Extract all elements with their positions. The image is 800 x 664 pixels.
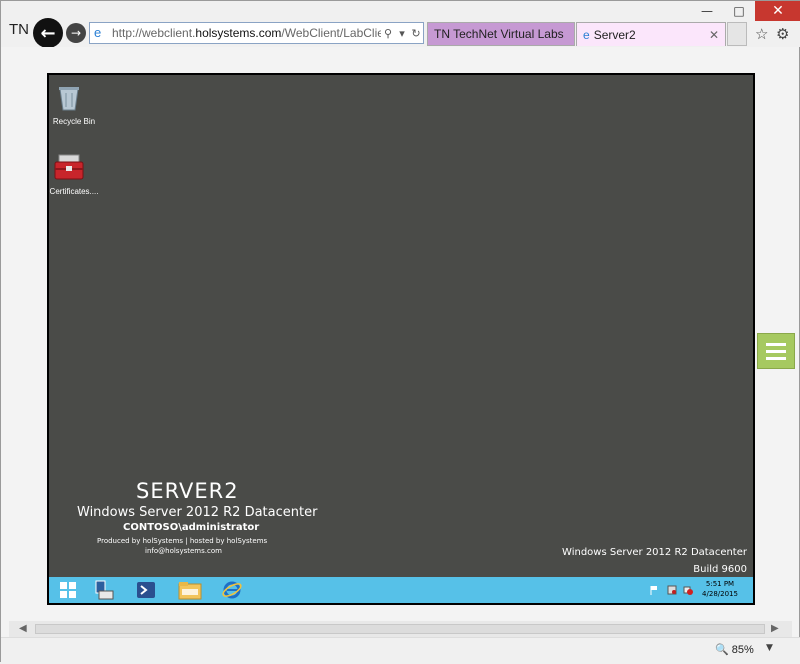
dropdown-arrow-icon[interactable]: ▾ bbox=[395, 27, 409, 40]
flag-icon[interactable] bbox=[649, 585, 659, 595]
recycle-bin-label: Recycle Bin bbox=[52, 117, 96, 126]
build-watermark: Build 9600 bbox=[693, 564, 747, 575]
zoom-dropdown-icon[interactable]: ▼ bbox=[766, 643, 773, 653]
settings-gear-icon[interactable]: ⚙ bbox=[776, 25, 789, 43]
logged-in-user: CONTOSO\administrator bbox=[123, 522, 260, 533]
file-explorer-icon bbox=[178, 582, 202, 600]
menu-line bbox=[766, 356, 786, 360]
ie-tab-icon: e bbox=[583, 27, 590, 42]
windows-logo-icon bbox=[60, 582, 76, 598]
powershell-icon bbox=[137, 582, 155, 598]
network-disconnected-icon[interactable] bbox=[683, 585, 693, 595]
internet-explorer-icon bbox=[222, 581, 242, 599]
horizontal-scrollbar[interactable]: ◀ ▶ bbox=[9, 621, 792, 637]
back-button[interactable]: ← bbox=[33, 18, 63, 48]
taskbar-powershell[interactable] bbox=[133, 578, 159, 602]
address-url[interactable]: http://webclient.holsystems.com/WebClien… bbox=[112, 26, 381, 40]
tab-label: TN TechNet Virtual Labs bbox=[434, 27, 564, 41]
start-button[interactable] bbox=[55, 578, 81, 602]
os-name: Windows Server 2012 R2 Datacenter bbox=[77, 505, 318, 520]
lab-menu-button[interactable] bbox=[757, 333, 795, 369]
search-icon[interactable]: ⚲ bbox=[381, 27, 395, 40]
server-tray-icon[interactable] bbox=[667, 585, 677, 595]
certificates-toolbox-icon bbox=[54, 154, 84, 180]
tab-server2[interactable]: e Server2 ✕ bbox=[576, 22, 726, 46]
browser-window: — □ ✕ TN ← → e http://webclient.holsyste… bbox=[0, 0, 800, 664]
desktop-icon-recycle-bin[interactable]: Recycle Bin bbox=[44, 79, 104, 129]
minimize-button[interactable]: — bbox=[691, 1, 723, 21]
desktop-icon-certificates[interactable]: Certificates.... bbox=[44, 149, 104, 199]
recycle-bin-icon bbox=[59, 87, 79, 111]
close-window-button[interactable]: ✕ bbox=[755, 1, 800, 21]
clock-time: 5:51 PM bbox=[705, 580, 735, 588]
tab-technet-virtual-labs[interactable]: TN TechNet Virtual Labs bbox=[427, 22, 575, 46]
taskbar-server-manager[interactable] bbox=[91, 578, 117, 602]
maximize-button[interactable]: □ bbox=[723, 1, 755, 21]
new-tab-button[interactable] bbox=[727, 22, 747, 46]
address-bar[interactable]: e http://webclient.holsystems.com/WebCli… bbox=[89, 22, 424, 44]
menu-line bbox=[766, 349, 786, 353]
scroll-thumb[interactable] bbox=[35, 624, 765, 634]
favorites-star-icon[interactable]: ☆ bbox=[755, 25, 768, 43]
forward-button[interactable]: → bbox=[66, 23, 86, 43]
window-caption-buttons: — □ ✕ bbox=[691, 1, 800, 21]
scroll-right-arrow-icon[interactable]: ▶ bbox=[771, 623, 779, 634]
os-watermark: Windows Server 2012 R2 Datacenter bbox=[562, 547, 747, 558]
remote-taskbar bbox=[49, 577, 753, 603]
server-manager-icon bbox=[95, 580, 114, 600]
clock-date: 4/28/2015 bbox=[702, 590, 738, 598]
menu-line bbox=[766, 342, 786, 346]
refresh-icon[interactable]: ↻ bbox=[409, 27, 423, 40]
close-tab-icon[interactable]: ✕ bbox=[709, 28, 719, 42]
taskbar-clock[interactable]: 5:51 PM 4/28/2015 bbox=[697, 579, 743, 599]
status-bar: 🔍 85% ▼ bbox=[1, 637, 800, 664]
taskbar-internet-explorer[interactable] bbox=[219, 578, 245, 602]
tab-label: Server2 bbox=[593, 27, 636, 42]
scroll-left-arrow-icon[interactable]: ◀ bbox=[19, 623, 27, 634]
taskbar-file-explorer[interactable] bbox=[177, 578, 203, 602]
contact-email: info@holsystems.com bbox=[145, 547, 222, 555]
ie-page-icon: e bbox=[94, 25, 102, 40]
browser-toolbar: — □ ✕ TN ← → e http://webclient.holsyste… bbox=[1, 1, 800, 48]
server-name: SERVER2 bbox=[136, 479, 239, 503]
tn-logo: TN bbox=[9, 21, 29, 38]
certificates-label: Certificates.... bbox=[49, 187, 99, 196]
zoom-level[interactable]: 🔍 85% bbox=[715, 643, 754, 656]
produced-by-text: Produced by holSystems | hosted by holSy… bbox=[97, 537, 268, 545]
